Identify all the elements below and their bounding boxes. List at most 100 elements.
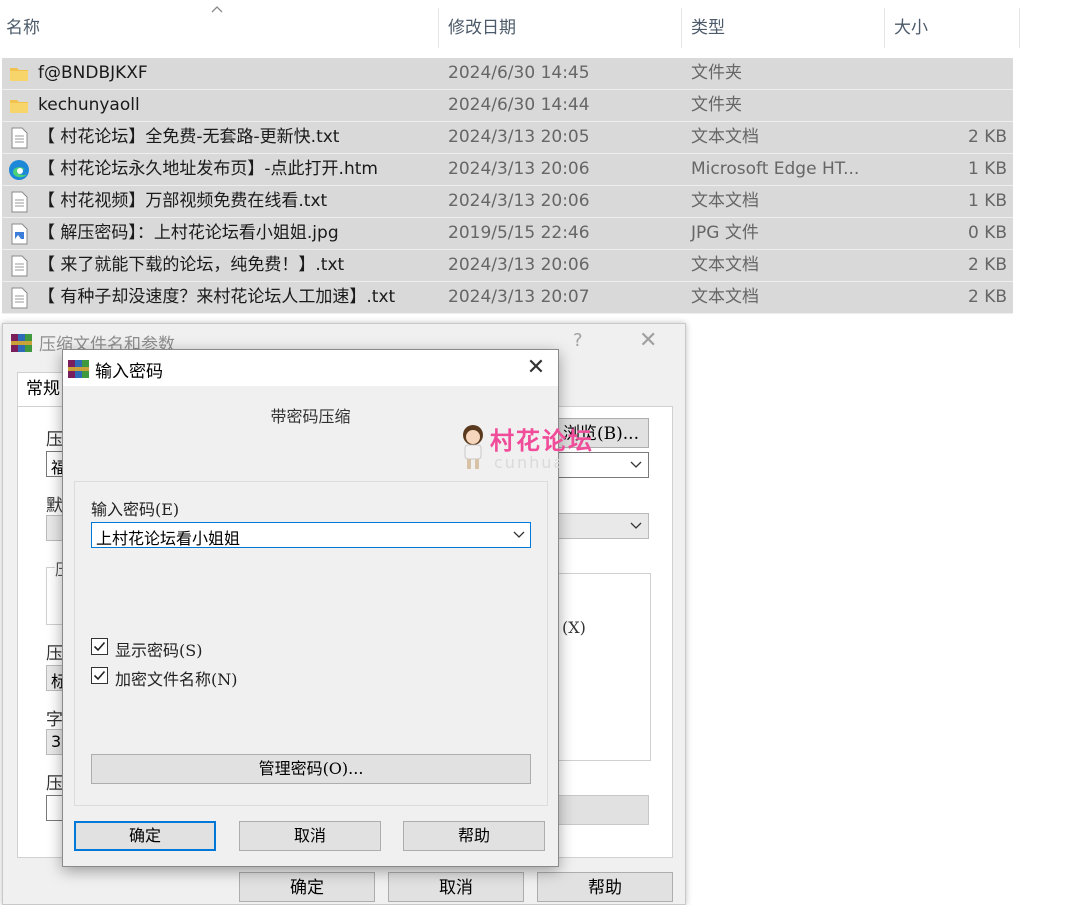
file-row[interactable]: 【 有种子却没速度？来村花论坛人工加速】.txt 2024/3/13 20:07 文… <box>2 282 1013 314</box>
file-size: 1 KB <box>967 191 1007 211</box>
column-header-name[interactable]: 名称 <box>0 0 438 50</box>
chevron-down-icon[interactable] <box>513 530 525 540</box>
text-file-icon <box>8 287 30 309</box>
dialog-title: 输入密码 <box>95 362 163 382</box>
close-icon[interactable]: ✕ <box>639 328 657 353</box>
file-type: 文本文档 <box>691 287 759 307</box>
column-divider[interactable] <box>1019 8 1020 48</box>
set-password-button[interactable] <box>553 795 649 825</box>
file-name: f@BNDBJKXF <box>38 63 148 83</box>
file-name: kechunyaoll <box>38 95 140 115</box>
password-input[interactable]: 上村花论坛看小姐姐 <box>91 522 531 548</box>
password-label: 输入密码(E) <box>91 500 180 519</box>
encrypt-names-label: 加密文件名称(N) <box>115 670 238 689</box>
checkmark-icon <box>93 641 106 652</box>
folder-icon <box>8 95 30 117</box>
file-type: 文本文档 <box>691 191 759 211</box>
file-name: 【 村花论坛】全免费-无套路-更新快.txt <box>38 127 340 147</box>
column-header-type-label: 类型 <box>691 18 725 38</box>
option-fragment: (X) <box>562 618 586 637</box>
watermark: 村花论坛 cunhua <box>454 421 624 473</box>
column-divider[interactable] <box>681 8 682 48</box>
back-ok-button[interactable]: 确定 <box>239 872 375 902</box>
text-file-icon <box>8 255 30 277</box>
file-modified: 2024/3/13 20:07 <box>448 287 590 307</box>
column-header-size[interactable]: 大小 <box>888 0 1018 50</box>
file-type: JPG 文件 <box>691 223 759 243</box>
chevron-down-icon <box>630 522 642 529</box>
file-name: 【 村花视频】万部视频免费在线看.txt <box>38 191 328 211</box>
file-row[interactable]: 【 来了就能下载的论坛，纯免费！】.txt 2024/3/13 20:06 文本文档… <box>2 250 1013 282</box>
chevron-down-icon <box>630 461 642 468</box>
file-row[interactable]: kechunyaoll 2024/6/30 14:44 文件夹 <box>2 90 1013 122</box>
file-name: 【 有种子却没速度？来村花论坛人工加速】.txt <box>38 287 396 307</box>
manage-passwords-label: 管理密码(O)... <box>258 759 364 778</box>
back-ok-label: 确定 <box>290 878 324 898</box>
checkmark-icon <box>93 670 106 681</box>
file-modified: 2024/3/13 20:06 <box>448 191 590 211</box>
help-icon[interactable]: ? <box>573 330 583 351</box>
girl-mascot-icon <box>463 425 483 469</box>
password-group: 输入密码(E) 上村花论坛看小姐姐 显示密码(S) 加密文件名称(N) 管理密码… <box>74 481 548 806</box>
close-icon[interactable]: ✕ <box>521 354 551 382</box>
file-size: 0 KB <box>967 223 1007 243</box>
profile-dropdown[interactable] <box>553 513 649 539</box>
dialog-titlebar[interactable]: 输入密码 ✕ <box>63 350 558 386</box>
column-header-modified-label: 修改日期 <box>448 18 516 38</box>
file-modified: 2024/3/13 20:06 <box>448 255 590 275</box>
file-row[interactable]: 【 村花论坛永久地址发布页】-点此打开.htm 2024/3/13 20:06 Mi… <box>2 154 1013 186</box>
file-modified: 2019/5/15 22:46 <box>448 223 590 243</box>
winrar-logo-icon <box>11 334 32 352</box>
file-type: 文件夹 <box>691 95 742 115</box>
column-header-modified[interactable]: 修改日期 <box>442 0 680 50</box>
show-password-checkbox[interactable] <box>91 638 108 655</box>
partial-label: 默 <box>46 496 63 516</box>
watermark-text: 村花论坛 <box>490 427 594 455</box>
file-row[interactable]: 【 村花论坛】全免费-无套路-更新快.txt 2024/3/13 20:05 文本文… <box>2 122 1013 154</box>
back-cancel-button[interactable]: 取消 <box>388 872 524 902</box>
file-row[interactable]: f@BNDBJKXF 2024/6/30 14:45 文件夹 <box>2 58 1013 90</box>
winrar-logo-icon <box>68 360 89 378</box>
file-modified: 2024/6/30 14:45 <box>448 63 590 83</box>
file-modified: 2024/6/30 14:44 <box>448 95 590 115</box>
folder-icon <box>8 63 30 85</box>
column-header-type[interactable]: 类型 <box>685 0 883 50</box>
file-modified: 2024/3/13 20:06 <box>448 159 590 179</box>
file-row[interactable]: 【 解压密码】：上村花论坛看小姐姐.jpg 2019/5/15 22:46 JPG … <box>2 218 1013 250</box>
ok-button-label: 确定 <box>128 826 161 845</box>
cancel-button[interactable]: 取消 <box>239 821 381 851</box>
column-header-name-label: 名称 <box>6 18 40 38</box>
file-type: 文本文档 <box>691 255 759 275</box>
help-button[interactable]: 帮助 <box>403 821 545 851</box>
options-group: (X) <box>553 573 651 761</box>
partial-label: 字 <box>46 710 63 730</box>
encrypt-names-checkbox[interactable] <box>91 667 108 684</box>
watermark-subtext: cunhua <box>494 453 566 472</box>
help-button-label: 帮助 <box>457 826 490 845</box>
back-cancel-label: 取消 <box>439 878 473 898</box>
file-row[interactable]: 【 村花视频】万部视频免费在线看.txt 2024/3/13 20:06 文本文档 1… <box>2 186 1013 218</box>
cancel-button-label: 取消 <box>293 826 326 845</box>
text-file-icon <box>8 127 30 149</box>
file-modified: 2024/3/13 20:05 <box>448 127 590 147</box>
partial-label: 压 <box>46 644 63 664</box>
file-type: 文本文档 <box>691 127 759 147</box>
ok-button[interactable]: 确定 <box>74 821 216 851</box>
file-size: 2 KB <box>967 287 1007 307</box>
file-size: 1 KB <box>967 159 1007 179</box>
show-password-label: 显示密码(S) <box>115 641 203 660</box>
back-help-button[interactable]: 帮助 <box>537 872 673 902</box>
column-divider[interactable] <box>884 8 885 48</box>
file-explorer: 名称 修改日期 类型 大小 f@BNDBJKXF 2024/6/30 14:45 文… <box>0 0 1069 320</box>
partial-label: 压 <box>46 774 63 794</box>
file-name: 【 来了就能下载的论坛，纯免费！】.txt <box>38 255 345 275</box>
file-type: 文件夹 <box>691 63 742 83</box>
partial-label: 压 <box>46 430 63 450</box>
column-header-size-label: 大小 <box>894 18 928 38</box>
column-divider[interactable] <box>438 8 439 48</box>
file-size: 2 KB <box>967 255 1007 275</box>
file-size: 2 KB <box>967 127 1007 147</box>
back-help-label: 帮助 <box>588 878 622 898</box>
password-value: 上村花论坛看小姐姐 <box>96 529 241 548</box>
manage-passwords-button[interactable]: 管理密码(O)... <box>91 754 531 784</box>
